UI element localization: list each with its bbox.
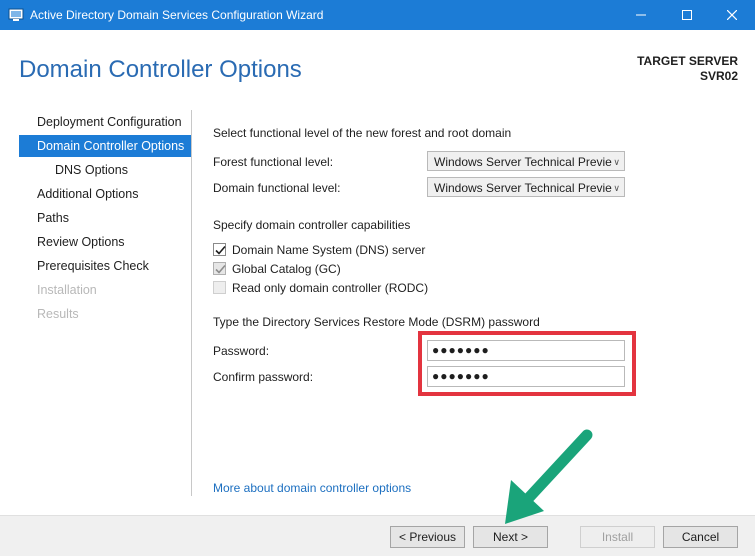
target-server-name: SVR02: [699, 69, 738, 83]
minimize-button[interactable]: [618, 0, 664, 30]
domain-level-select[interactable]: Windows Server Technical Previe ∨: [427, 177, 625, 197]
maximize-icon: [682, 10, 692, 20]
capabilities-heading: Specify domain controller capabilities: [213, 218, 411, 232]
target-server: TARGET SERVER SVR02: [637, 54, 738, 84]
target-server-label: TARGET SERVER: [637, 54, 738, 68]
next-button[interactable]: Next >: [473, 526, 548, 548]
window-title: Active Directory Domain Services Configu…: [30, 8, 324, 22]
checkmark-icon: [215, 264, 226, 274]
domain-level-label: Domain functional level:: [213, 181, 341, 195]
nav-item-domain-controller-options[interactable]: Domain Controller Options: [19, 135, 191, 157]
previous-button[interactable]: < Previous: [390, 526, 465, 548]
nav-item-installation: Installation: [37, 283, 97, 297]
chevron-down-icon: ∨: [613, 183, 620, 193]
rodc-label: Read only domain controller (RODC): [232, 281, 429, 295]
chevron-down-icon: ∨: [613, 157, 620, 167]
title-bar: Active Directory Domain Services Configu…: [0, 0, 755, 30]
password-highlight-box: [418, 331, 636, 396]
password-label: Password:: [213, 344, 270, 358]
more-options-link[interactable]: More about domain controller options: [213, 481, 411, 495]
close-icon: [727, 10, 737, 20]
dns-server-checkbox[interactable]: [213, 243, 226, 256]
page-title: Domain Controller Options: [19, 56, 302, 83]
nav-item-paths[interactable]: Paths: [19, 207, 191, 229]
global-catalog-checkbox: [213, 262, 226, 275]
nav-item-review-options[interactable]: Review Options: [19, 231, 191, 253]
nav-item-dns-options[interactable]: DNS Options: [19, 159, 191, 181]
forest-level-value: Windows Server Technical Previe: [434, 155, 612, 169]
nav-item-deployment-configuration[interactable]: Deployment Configuration: [19, 111, 191, 133]
functional-level-heading: Select functional level of the new fores…: [213, 126, 512, 140]
forest-level-label: Forest functional level:: [213, 155, 334, 169]
forest-level-select[interactable]: Windows Server Technical Previe ∨: [427, 151, 625, 171]
confirm-password-label: Confirm password:: [213, 370, 314, 384]
dns-server-label: Domain Name System (DNS) server: [232, 243, 426, 257]
minimize-icon: [636, 14, 646, 16]
checkmark-icon: [215, 245, 226, 255]
install-button: Install: [580, 526, 655, 548]
nav-item-prerequisites-check[interactable]: Prerequisites Check: [19, 255, 191, 277]
server-manager-icon: [8, 7, 24, 23]
nav-item-results: Results: [37, 307, 79, 321]
nav-divider: [191, 110, 192, 496]
global-catalog-label: Global Catalog (GC): [232, 262, 341, 276]
rodc-checkbox: [213, 281, 226, 294]
dsrm-heading: Type the Directory Services Restore Mode…: [213, 315, 540, 329]
nav-item-additional-options[interactable]: Additional Options: [19, 183, 191, 205]
close-button[interactable]: [709, 0, 755, 30]
maximize-button[interactable]: [664, 0, 710, 30]
cancel-button[interactable]: Cancel: [663, 526, 738, 548]
domain-level-value: Windows Server Technical Previe: [434, 181, 612, 195]
